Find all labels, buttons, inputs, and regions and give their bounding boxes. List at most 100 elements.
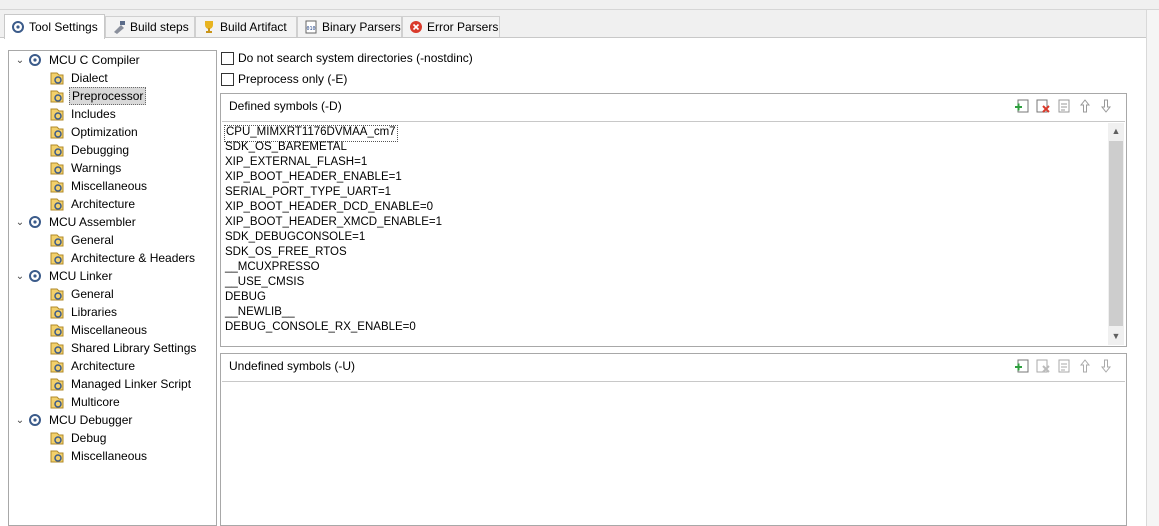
move-up-icon[interactable]: [1076, 97, 1093, 114]
tree-item-dialect[interactable]: Dialect: [49, 69, 110, 87]
tab-build-artifact[interactable]: Build Artifact: [195, 16, 297, 37]
tab-build-steps[interactable]: Build steps: [105, 16, 195, 37]
delete-icon[interactable]: [1034, 97, 1051, 114]
tree-item-libraries[interactable]: Libraries: [49, 303, 119, 321]
list-item[interactable]: XIP_BOOT_HEADER_ENABLE=1: [225, 170, 402, 185]
settings-page-icon: [49, 70, 65, 86]
list-item[interactable]: DEBUG: [225, 290, 266, 305]
add-icon[interactable]: [1013, 97, 1030, 114]
list-item[interactable]: __MCUXPRESSO: [225, 260, 320, 275]
tree-item-includes[interactable]: Includes: [49, 105, 118, 123]
tree-item-shared-library-settings[interactable]: Shared Library Settings: [49, 339, 198, 357]
tree-label: Miscellaneous: [71, 179, 148, 193]
collapse-chevron-icon[interactable]: ⌄: [13, 415, 27, 426]
tree-item-multicore[interactable]: Multicore: [49, 393, 122, 411]
undefined-symbols-toolbar: [1013, 357, 1114, 374]
tree-item-miscellaneous[interactable]: Miscellaneous: [49, 177, 149, 195]
settings-page-icon: [49, 448, 65, 464]
tree-item-preprocessor[interactable]: Preprocessor: [49, 87, 147, 105]
tree-group-mcu-assembler[interactable]: ⌄ MCU Assembler: [13, 213, 138, 231]
delete-icon[interactable]: [1034, 357, 1051, 374]
list-item[interactable]: __NEWLIB__: [225, 305, 295, 320]
tree-label: Architecture: [71, 359, 136, 373]
tab-error-parsers[interactable]: Error Parsers: [402, 16, 500, 37]
list-item[interactable]: DEBUG_CONSOLE_RX_ENABLE=0: [225, 320, 416, 335]
settings-page-icon: [49, 196, 65, 212]
undefined-symbols-list[interactable]: [222, 381, 1125, 525]
window-top-strip: [0, 0, 1159, 10]
checkbox-label: Do not search system directories (-nostd…: [238, 51, 473, 65]
list-item[interactable]: SERIAL_PORT_TYPE_UART=1: [225, 185, 391, 200]
tree-group-mcu-c-compiler[interactable]: ⌄ MCU C Compiler: [13, 51, 142, 69]
collapse-chevron-icon[interactable]: ⌄: [13, 55, 27, 66]
settings-page-icon: [49, 304, 65, 320]
settings-page-icon: [49, 286, 65, 302]
tree-item-general[interactable]: General: [49, 231, 116, 249]
gear-icon: [27, 52, 43, 68]
vertical-scrollbar[interactable]: ▲ ▼: [1108, 123, 1124, 345]
tree-item-managed-linker-script[interactable]: Managed Linker Script: [49, 375, 193, 393]
scroll-down-icon[interactable]: ▼: [1108, 328, 1124, 344]
list-item[interactable]: XIP_EXTERNAL_FLASH=1: [225, 155, 367, 170]
tree-label: Shared Library Settings: [71, 341, 197, 355]
list-item[interactable]: SDK_OS_FREE_RTOS: [225, 245, 347, 260]
tree-label: Managed Linker Script: [71, 377, 192, 391]
binary-icon: 010: [304, 20, 318, 34]
settings-page-icon: [49, 340, 65, 356]
tree-item-optimization[interactable]: Optimization: [49, 123, 140, 141]
preprocess-only-checkbox[interactable]: Preprocess only (-E): [221, 72, 347, 86]
tab-binary-parsers[interactable]: 010 Binary Parsers: [297, 16, 402, 37]
tree-group-mcu-debugger[interactable]: ⌄ MCU Debugger: [13, 411, 134, 429]
scrollbar-thumb[interactable]: [1109, 141, 1123, 326]
error-icon: [409, 20, 423, 34]
tree-label: General: [71, 233, 114, 247]
collapse-chevron-icon[interactable]: ⌄: [13, 271, 27, 282]
tab-label: Build steps: [130, 20, 189, 34]
collapse-chevron-icon[interactable]: ⌄: [13, 217, 27, 228]
tree-item-architecture[interactable]: Architecture: [49, 195, 137, 213]
nostdinc-checkbox[interactable]: Do not search system directories (-nostd…: [221, 51, 473, 65]
tree-item-warnings[interactable]: Warnings: [49, 159, 123, 177]
defined-symbols-toolbar: [1013, 97, 1114, 114]
tool-settings-icon: [11, 20, 25, 34]
build-steps-icon: [112, 20, 126, 34]
tree-item-debugging[interactable]: Debugging: [49, 141, 131, 159]
tree-item-miscellaneous[interactable]: Miscellaneous: [49, 447, 149, 465]
move-down-icon[interactable]: [1097, 97, 1114, 114]
tree-group-mcu-linker[interactable]: ⌄ MCU Linker: [13, 267, 114, 285]
settings-page-icon: [49, 394, 65, 410]
gear-icon: [27, 268, 43, 284]
defined-symbols-list[interactable]: CPU_MIMXRT1176DVMAA_cm7 SDK_OS_BAREMETAL…: [222, 121, 1125, 346]
trophy-icon: [202, 20, 216, 34]
undefined-symbols-panel: Undefined symbols (-U): [220, 353, 1127, 526]
tree-label: MCU C Compiler: [49, 53, 140, 67]
checkbox-box[interactable]: [221, 51, 234, 65]
move-down-icon[interactable]: [1097, 357, 1114, 374]
add-icon[interactable]: [1013, 357, 1030, 374]
edit-icon[interactable]: [1055, 97, 1072, 114]
tree-label: General: [71, 287, 114, 301]
list-item[interactable]: XIP_BOOT_HEADER_DCD_ENABLE=0: [225, 200, 433, 215]
tree-label: Architecture: [71, 197, 136, 211]
list-item[interactable]: __USE_CMSIS: [225, 275, 304, 290]
settings-page-icon: [49, 178, 65, 194]
tab-tool-settings[interactable]: Tool Settings: [4, 14, 105, 39]
scroll-up-icon[interactable]: ▲: [1108, 123, 1124, 139]
settings-tree[interactable]: ⌄ MCU C Compiler Dialect Preprocessor In…: [8, 50, 217, 526]
edit-icon[interactable]: [1055, 357, 1072, 374]
checkbox-box[interactable]: [221, 72, 234, 86]
tree-label: Architecture & Headers: [71, 251, 196, 265]
tab-label: Build Artifact: [220, 20, 287, 34]
tree-label: Debug: [71, 431, 107, 445]
settings-page-icon: [49, 160, 65, 176]
tree-item-general[interactable]: General: [49, 285, 116, 303]
window-edge-scroll: [1146, 10, 1159, 526]
list-item[interactable]: SDK_OS_BAREMETAL: [225, 140, 347, 155]
tree-item-architecture[interactable]: Architecture: [49, 357, 137, 375]
list-item[interactable]: XIP_BOOT_HEADER_XMCD_ENABLE=1: [225, 215, 442, 230]
tree-item-debug[interactable]: Debug: [49, 429, 108, 447]
move-up-icon[interactable]: [1076, 357, 1093, 374]
list-item[interactable]: SDK_DEBUGCONSOLE=1: [225, 230, 365, 245]
tree-item-miscellaneous[interactable]: Miscellaneous: [49, 321, 149, 339]
tree-item-architecture-headers[interactable]: Architecture & Headers: [49, 249, 197, 267]
